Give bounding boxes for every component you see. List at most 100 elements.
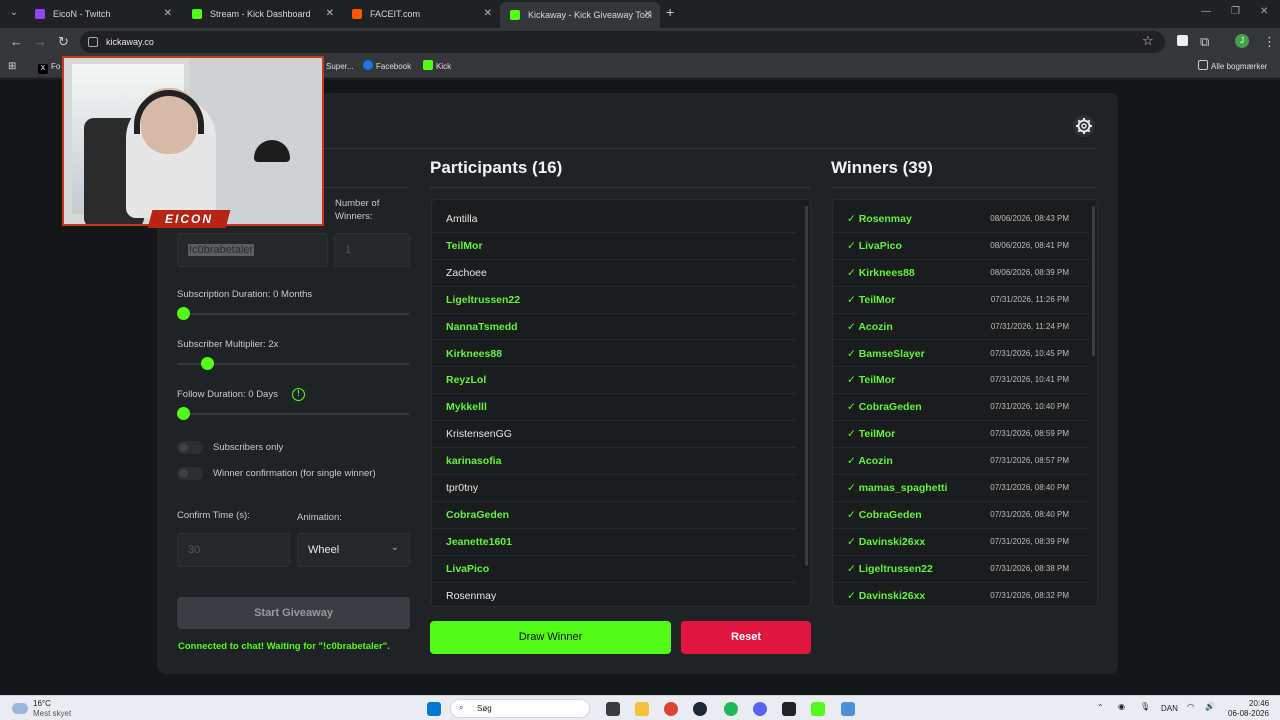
participant-name: Mykkelll xyxy=(446,401,487,414)
sub-duration-slider[interactable] xyxy=(177,313,409,315)
new-tab-button[interactable]: + xyxy=(666,4,674,20)
participant-row: NannaTsmedd xyxy=(432,314,797,341)
winner-name: ✓ Rosenmay xyxy=(847,213,912,225)
reload-icon[interactable]: ↻ xyxy=(58,34,69,50)
subscribers-only-label: Subscribers only xyxy=(213,442,284,453)
wifi-icon[interactable]: ◠ xyxy=(1187,702,1194,711)
participant-name: tpr0tny xyxy=(446,482,479,494)
close-icon[interactable]: ✕ xyxy=(644,2,652,28)
tab-search-icon[interactable]: ⌄ xyxy=(6,5,22,21)
bookmark-facebook[interactable]: Facebook xyxy=(363,60,411,74)
clock-date[interactable]: 06-08-2026 xyxy=(1228,709,1269,718)
winner-timestamp: 07/31/2026, 10:41 PM xyxy=(990,375,1069,385)
clock-time[interactable]: 20:46 xyxy=(1249,699,1269,708)
facebook-icon xyxy=(363,60,373,70)
bookmark-super[interactable]: Super... xyxy=(326,60,354,74)
kick-icon xyxy=(192,9,202,19)
winner-row: ✓ Davinski26xx 07/31/2026, 08:32 PM xyxy=(833,583,1089,606)
participant-name: Rosenmay xyxy=(446,589,497,602)
minimize-icon[interactable]: — xyxy=(1201,6,1211,17)
winner-timestamp: 07/31/2026, 08:57 PM xyxy=(990,456,1069,466)
webcam-overlay xyxy=(62,56,324,226)
follow-duration-slider-handle[interactable] xyxy=(177,407,190,420)
folder-icon xyxy=(1198,60,1208,70)
webcam-name-badge: EICON xyxy=(147,210,231,228)
tray-chevron-icon[interactable]: ⌃ xyxy=(1097,703,1104,712)
start-giveaway-button[interactable]: Start Giveaway xyxy=(177,597,410,629)
all-bookmarks[interactable]: Alle bogmærker xyxy=(1198,60,1267,74)
confirm-time-input[interactable]: 30 xyxy=(177,533,290,567)
participant-name: LivaPico xyxy=(446,562,490,575)
notepad-icon[interactable] xyxy=(841,702,855,716)
keyword-input[interactable]: !c0brabetaler xyxy=(177,233,328,267)
close-icon[interactable]: ✕ xyxy=(326,3,334,25)
bookmark-kick[interactable]: Kick xyxy=(423,60,451,74)
participant-name: ReyzLol xyxy=(446,374,487,387)
forward-icon[interactable]: → xyxy=(34,34,47,49)
apps-icon[interactable]: ⊞ xyxy=(8,60,16,74)
chrome-icon[interactable] xyxy=(664,702,678,716)
task-view-icon[interactable] xyxy=(606,702,620,716)
tab-faceit[interactable]: FACEIT.com ✕ xyxy=(342,3,500,25)
maximize-icon[interactable]: ❐ xyxy=(1231,6,1240,17)
tab-twitch[interactable]: EicoN - Twitch ✕ xyxy=(25,3,180,25)
start-icon[interactable] xyxy=(427,702,441,716)
window-close-icon[interactable]: ✕ xyxy=(1260,6,1268,17)
winner-row: ✓ Kirknees88 08/06/2026, 08:39 PM xyxy=(833,260,1089,287)
profile-avatar[interactable]: J xyxy=(1235,34,1249,48)
winner-name: ✓ Davinski26xx xyxy=(847,589,926,602)
tab-kickaway[interactable]: Kickaway - Kick Giveaway Tool ✕ xyxy=(500,2,660,28)
connection-status: Connected to chat! Waiting for "!c0brabe… xyxy=(178,641,390,652)
reset-button[interactable]: Reset xyxy=(681,621,811,654)
extension-icon[interactable] xyxy=(1177,35,1188,46)
steam-icon[interactable] xyxy=(693,702,707,716)
file-explorer-icon[interactable] xyxy=(635,702,649,716)
mic-icon[interactable]: 🎙 xyxy=(1140,702,1150,711)
sub-multiplier-label: Subscriber Multiplier: 2x xyxy=(177,339,279,350)
follow-duration-slider[interactable] xyxy=(177,413,409,415)
num-winners-label: Number of Winners: xyxy=(335,198,380,222)
taskbar-search[interactable]: ⌕ Søg xyxy=(450,699,590,718)
winner-row: ✓ Ligeltrussen22 07/31/2026, 08:38 PM xyxy=(833,556,1089,583)
weather-icon[interactable] xyxy=(12,703,28,714)
site-info-icon[interactable] xyxy=(88,37,98,47)
animation-select[interactable]: Wheel ⌄ xyxy=(297,533,410,567)
follow-duration-label: Follow Duration: 0 Days xyxy=(177,389,278,400)
winner-timestamp: 07/31/2026, 11:24 PM xyxy=(990,321,1069,331)
twitch-icon xyxy=(35,9,45,19)
app-icon[interactable] xyxy=(782,702,796,716)
spotify-icon[interactable] xyxy=(724,702,738,716)
puzzle-icon[interactable]: ⧉ xyxy=(1200,34,1209,50)
network-icon[interactable]: ◉ xyxy=(1118,702,1125,711)
tab-kick-dashboard[interactable]: Stream - Kick Dashboard ✕ xyxy=(182,3,342,25)
url-field[interactable]: kickaway.co xyxy=(80,31,1165,53)
sub-duration-slider-handle[interactable] xyxy=(177,307,190,320)
participants-scrollbar[interactable] xyxy=(805,206,808,566)
subscribers-only-toggle[interactable] xyxy=(177,441,203,454)
settings-gear-button[interactable] xyxy=(1073,115,1095,137)
info-icon[interactable]: ! xyxy=(292,388,305,401)
gear-icon xyxy=(1076,118,1092,134)
bookmark-star-icon[interactable]: ☆ xyxy=(1142,33,1154,49)
winner-row: ✓ CobraGeden 07/31/2026, 10:40 PM xyxy=(833,394,1089,422)
back-icon[interactable]: ← xyxy=(10,34,23,49)
participant-row: tpr0tny xyxy=(432,475,797,502)
volume-icon[interactable]: 🔊 xyxy=(1205,702,1215,711)
menu-icon[interactable]: ⋮ xyxy=(1263,34,1276,50)
close-icon[interactable]: ✕ xyxy=(164,3,172,25)
participant-row: TeilMor xyxy=(432,233,797,260)
close-icon[interactable]: ✕ xyxy=(484,3,492,25)
discord-icon[interactable] xyxy=(753,702,767,716)
winner-timestamp: 08/06/2026, 08:39 PM xyxy=(990,267,1069,277)
bookmark-x[interactable]: X Fo xyxy=(38,60,60,74)
sub-duration-label: Subscription Duration: 0 Months xyxy=(177,289,313,300)
winner-confirmation-toggle[interactable] xyxy=(177,467,203,480)
num-winners-input[interactable]: 1 xyxy=(334,233,410,267)
draw-winner-button[interactable]: Draw Winner xyxy=(430,621,671,654)
winner-row: ✓ mamas_spaghetti 07/31/2026, 08:40 PM xyxy=(833,475,1089,502)
language-indicator[interactable]: DAN xyxy=(1161,704,1178,713)
winners-scrollbar[interactable] xyxy=(1092,206,1095,356)
winner-timestamp: 07/31/2026, 08:38 PM xyxy=(990,563,1069,573)
kick-icon[interactable] xyxy=(811,702,825,716)
participant-row: KristensenGG xyxy=(432,421,797,449)
